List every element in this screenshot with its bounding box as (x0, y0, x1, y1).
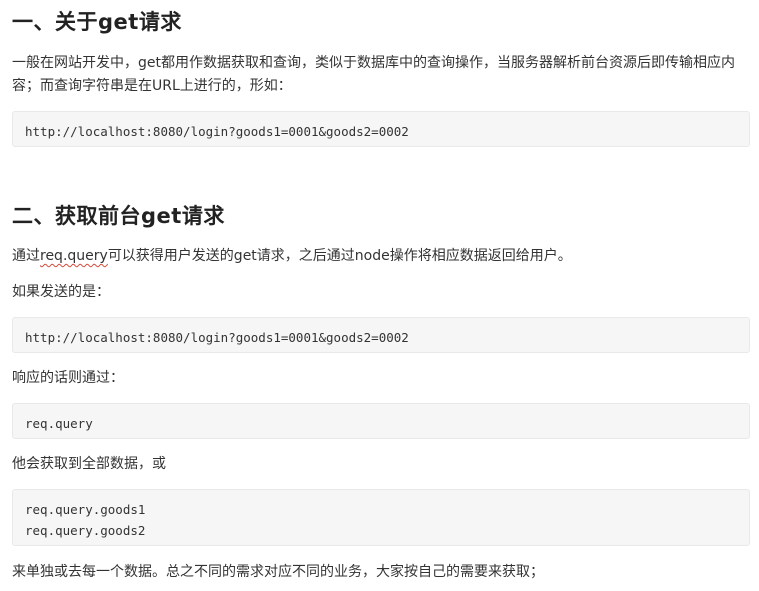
section-heading-get-request: 一、关于get请求 (12, 10, 182, 34)
req-query-term: req.query (40, 248, 108, 264)
closing-paragraph: 来单独或去每一个数据。总之不同的需求对应不同的业务，大家按自己的需要来获取； (12, 564, 544, 580)
intro-before-text: 通过 (12, 248, 40, 264)
section-heading-fetch-get: 二、获取前台get请求 (12, 204, 225, 228)
intro-after-text: 可以获得用户发送的get请求，之后通过node操作将相应数据返回给用户。 (107, 248, 572, 264)
code-line: http://localhost:8080/login?goods1=0001&… (25, 330, 409, 345)
code-line: req.query.goods2 (25, 523, 146, 538)
intro-paragraph: 一般在网站开发中，get都用作数据获取和查询，类似于数据库中的查询操作，当服务器… (12, 55, 735, 94)
code-block-goods: req.query.goods1 req.query.goods2 (12, 489, 750, 546)
response-label: 响应的话则通过： (12, 370, 124, 386)
if-sent-label: 如果发送的是： (12, 284, 110, 300)
code-block-url-example: http://localhost:8080/login?goods1=0001&… (12, 111, 750, 147)
code-block-req-query: req.query (12, 403, 750, 439)
code-block-url-sent: http://localhost:8080/login?goods1=0001&… (12, 317, 750, 353)
code-line: req.query.goods1 (25, 502, 146, 517)
code-line: req.query (25, 416, 93, 431)
all-data-label: 他会获取到全部数据，或 (12, 456, 166, 472)
code-line: http://localhost:8080/login?goods1=0001&… (25, 124, 409, 139)
req-query-paragraph: 通过req.query可以获得用户发送的get请求，之后通过node操作将相应数… (12, 245, 572, 268)
